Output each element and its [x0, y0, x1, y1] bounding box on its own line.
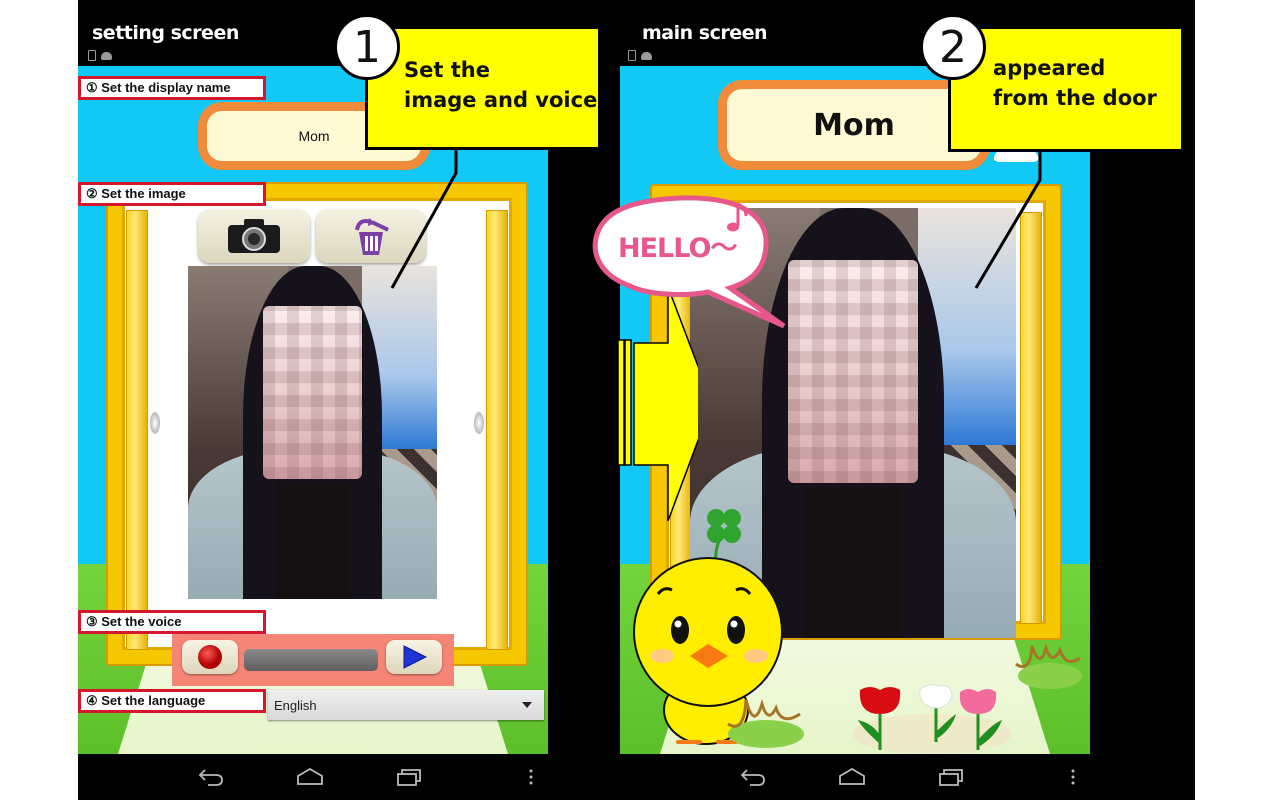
- status-bar-right: [628, 50, 652, 61]
- callout-1-line2: image and voice: [404, 88, 598, 113]
- display-name-text: Mom: [813, 107, 895, 143]
- tutorial-stage: setting screen Mom English ① Set the dis…: [78, 0, 1195, 800]
- photo-face-pixelated: [787, 259, 919, 484]
- menu-icon[interactable]: [1066, 768, 1080, 786]
- grass-tuft-icon: [1015, 642, 1082, 689]
- door-knob-left: [150, 412, 160, 434]
- display-name-value: Mom: [298, 128, 330, 144]
- callout-1: Set the image and voice: [365, 26, 601, 150]
- camera-button[interactable]: [198, 209, 310, 263]
- language-select-value: English: [274, 697, 317, 713]
- speech-bubble: HELLO～: [590, 190, 790, 340]
- recent-apps-icon[interactable]: [396, 768, 422, 786]
- dropdown-caret-icon: [522, 702, 532, 708]
- setting-screen: Mom English ① Set the display name ② Set…: [78, 66, 548, 754]
- grass-tuft-icon: [727, 698, 804, 748]
- door-knob-right: [474, 412, 484, 434]
- voice-progress-track[interactable]: [244, 649, 378, 671]
- callout-2-pointer: [974, 150, 1042, 289]
- callout-1-pointer: [390, 148, 458, 289]
- status-bar-left: [88, 50, 112, 61]
- home-icon[interactable]: [296, 768, 324, 786]
- record-button[interactable]: [182, 640, 238, 674]
- step-label-display-name: ① Set the display name: [78, 76, 266, 100]
- main-screen-title: main screen: [642, 22, 768, 44]
- step-label-image: ② Set the image: [78, 182, 266, 206]
- tulips-icon: [852, 684, 1012, 754]
- play-button[interactable]: [386, 640, 442, 674]
- voice-controls: [172, 634, 454, 686]
- home-icon[interactable]: [838, 768, 866, 786]
- language-select[interactable]: English: [268, 690, 544, 720]
- step-label-voice: ③ Set the voice: [78, 610, 266, 634]
- android-icon: [101, 51, 112, 60]
- callout-1-line1: Set the: [404, 58, 490, 82]
- play-icon: [403, 645, 427, 669]
- menu-icon[interactable]: [524, 768, 538, 786]
- photo-chest: [275, 482, 350, 599]
- door-left-panel: [126, 210, 148, 650]
- photo-face-pixelated: [262, 305, 363, 480]
- back-icon[interactable]: [198, 768, 224, 786]
- nav-bar-right: [740, 760, 1080, 794]
- door-right-panel: [486, 210, 508, 650]
- recent-apps-icon[interactable]: [938, 768, 964, 786]
- step-label-language: ④ Set the language: [78, 689, 266, 713]
- camera-icon: [228, 219, 280, 253]
- speech-bubble-text: HELLO～: [618, 233, 737, 264]
- sd-card-icon: [628, 50, 636, 61]
- android-icon: [641, 51, 652, 60]
- sd-card-icon: [88, 50, 96, 61]
- back-icon[interactable]: [740, 768, 766, 786]
- callout-1-badge: 1: [334, 14, 400, 80]
- photo-chest: [804, 487, 902, 638]
- selected-photo: [188, 266, 437, 599]
- setting-screen-title: setting screen: [92, 22, 239, 44]
- nav-bar-left: [198, 760, 538, 794]
- callout-2-badge: 2: [920, 14, 986, 80]
- callout-2-line1: appeared: [993, 56, 1106, 80]
- callout-2-line2: from the door: [993, 86, 1157, 111]
- record-icon: [198, 645, 222, 669]
